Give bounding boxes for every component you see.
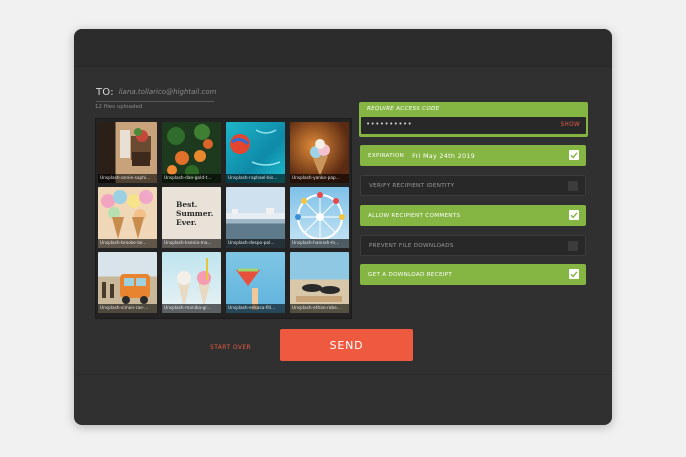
password-mask: •••••••••• [366,120,413,128]
allow-comments-label: ALLOW RECIPIENT COMMENTS [368,212,461,219]
file-name: Unsplash-annie-sophi... [98,174,157,183]
file-name: Unsplash-ksenia-ma... [162,239,221,248]
file-thumbnail[interactable]: Unsplash-simon-rae-... [98,252,157,313]
prevent-downloads-label: PREVENT FILE DOWNLOADS [369,242,454,249]
file-name: Unsplash-ethan-robe... [290,304,349,313]
file-thumbnail[interactable]: Unsplash-yanko-pap... [290,122,349,183]
poster-text: Best. [176,200,198,209]
check-icon [570,271,578,278]
expiration-date[interactable]: Fri May 24th 2019 [412,152,475,160]
file-thumbnail[interactable]: Unsplash-annie-sophi... [98,122,157,183]
share-panel: TO: liana.tollarico@hightail.com 12 file… [74,29,612,425]
file-thumbnail[interactable]: Unsplash-edsasa-fill... [226,252,285,313]
check-icon [570,212,578,219]
require-access-code: REQUIRE ACCESS CODE •••••••••• SHOW [359,102,588,137]
file-thumbnail[interactable]: Unsplash-raphael-bis... [226,122,285,183]
allow-comments-option[interactable]: ALLOW RECIPIENT COMMENTS [360,205,586,226]
file-name: Unsplash-yanko-pap... [290,174,349,183]
file-thumbnail[interactable]: Unsplash-brooke-lar... [98,187,157,248]
recipient-field[interactable]: TO: liana.tollarico@hightail.com [96,83,217,102]
send-button[interactable]: SEND [280,329,413,361]
start-over-link[interactable]: START OVER [210,344,251,351]
file-name: Unsplash-simon-rae-... [98,304,157,313]
prevent-downloads-checkbox[interactable] [568,241,578,251]
allow-comments-checkbox[interactable] [569,210,579,220]
show-password-button[interactable]: SHOW [560,122,580,128]
file-thumbnail[interactable]: Unsplash-monika-gr... [162,252,221,313]
file-name: Unsplash-dan-gold-t... [162,174,221,183]
footer-divider [74,374,612,375]
file-name: Unsplash-raphael-bis... [226,174,285,183]
file-name: Unsplash-monika-gr... [162,304,221,313]
verify-identity-checkbox[interactable] [568,181,578,191]
poster-text: Summer. [176,209,214,218]
download-receipt-label: GET A DOWNLOAD RECEIPT [368,271,453,278]
file-thumbnail[interactable]: Unsplash-hannah-m... [290,187,349,248]
prevent-downloads-option[interactable]: PREVENT FILE DOWNLOADS [360,235,586,256]
expiration-checkbox[interactable] [569,150,579,160]
files-count: 12 files uploaded [95,104,143,110]
file-thumbnail[interactable]: Unsplash-ethan-robe... [290,252,349,313]
file-thumbnail[interactable]: Unsplash-despo-pol... [226,187,285,248]
check-icon [570,152,578,159]
verify-identity-option[interactable]: VERIFY RECIPIENT IDENTITY [360,175,586,196]
file-name: Unsplash-hannah-m... [290,239,349,248]
file-name: Unsplash-brooke-lar... [98,239,157,248]
access-code-input[interactable]: •••••••••• SHOW [361,117,586,134]
to-label: TO: [96,86,114,98]
file-name: Unsplash-despo-pol... [226,239,285,248]
expiration-label: EXPIRATION [368,152,405,159]
expiration-option[interactable]: EXPIRATION Fri May 24th 2019 [360,145,586,166]
poster-text: Ever. [176,218,197,227]
verify-identity-label: VERIFY RECIPIENT IDENTITY [369,182,455,189]
file-thumbnail[interactable]: Best. Summer. Ever. Unsplash-ksenia-ma..… [162,187,221,248]
panel-header [74,29,612,67]
recipient-email[interactable]: liana.tollarico@hightail.com [119,88,217,96]
file-name: Unsplash-edsasa-fill... [226,304,285,313]
access-code-label: REQUIRE ACCESS CODE [367,106,440,112]
file-thumbnail[interactable]: Unsplash-dan-gold-t... [162,122,221,183]
file-grid: Unsplash-annie-sophi... Unsplash-dan-gol… [95,118,352,319]
download-receipt-option[interactable]: GET A DOWNLOAD RECEIPT [360,264,586,285]
download-receipt-checkbox[interactable] [569,269,579,279]
